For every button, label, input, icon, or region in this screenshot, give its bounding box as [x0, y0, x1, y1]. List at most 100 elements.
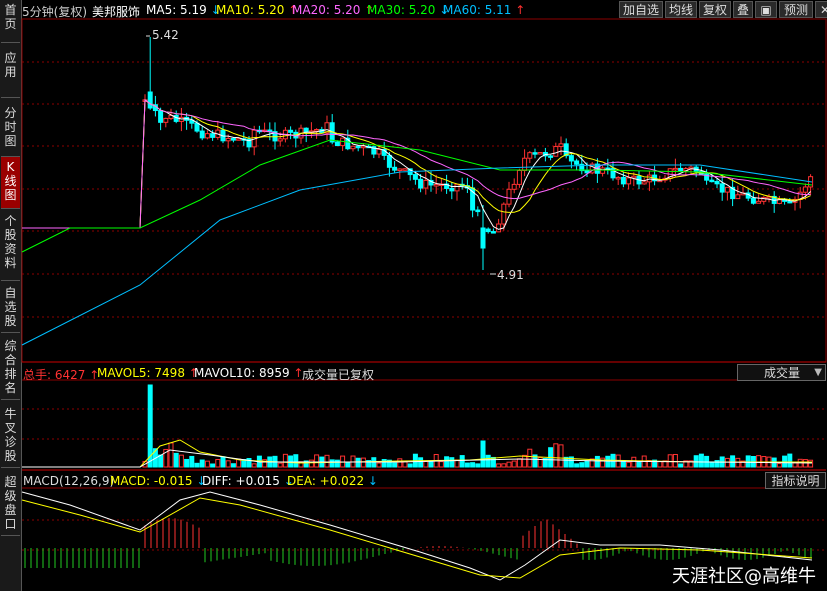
volume-bar	[178, 454, 184, 468]
indicator-help-button[interactable]: 指标说明	[765, 472, 826, 489]
volume-bar	[584, 460, 590, 468]
candle	[225, 137, 231, 142]
mavol10-value: MAVOL10: 8959 ↑	[194, 366, 304, 380]
candle	[641, 181, 647, 185]
volume-bar	[475, 463, 481, 468]
volume-bar	[672, 454, 678, 468]
period-label: 5分钟(复权)	[22, 5, 87, 19]
volume-bar	[745, 455, 751, 468]
candle	[626, 177, 632, 185]
high-price-label: 5.42	[152, 28, 179, 42]
candle	[787, 200, 793, 204]
volume-bar	[189, 455, 195, 468]
volume-bar	[376, 462, 382, 468]
macd-value: MACD: -0.015 ↓	[110, 474, 207, 488]
candle	[418, 178, 424, 189]
candle	[750, 197, 756, 204]
volume-bar	[605, 455, 611, 468]
candle	[802, 186, 808, 193]
candle	[355, 145, 361, 149]
candle	[454, 183, 460, 192]
price-panel-frame	[21, 18, 827, 363]
candle	[646, 174, 652, 183]
overlay-button[interactable]: 叠	[733, 1, 753, 18]
volume-bar	[230, 463, 236, 468]
candle	[277, 138, 283, 142]
candle	[433, 184, 439, 187]
close-icon[interactable]: ✕	[815, 1, 827, 18]
candle	[496, 223, 502, 233]
indicator-select[interactable]: 成交量 ▼	[737, 364, 826, 381]
volume-bar	[464, 462, 470, 468]
dea-value: DEA: +0.022 ↓	[287, 474, 378, 488]
volume-bar	[308, 459, 314, 468]
volume-bar	[496, 463, 502, 468]
candle	[553, 146, 559, 157]
diff-value: DIFF: +0.015 ↓	[202, 474, 294, 488]
volume-bar	[620, 461, 626, 468]
volume-bar	[792, 462, 798, 468]
forecast-button[interactable]: 预测	[779, 1, 813, 18]
candle	[449, 187, 455, 192]
candle	[360, 145, 366, 149]
volume-bar	[787, 453, 793, 468]
volume-bar	[225, 460, 231, 468]
candle	[516, 169, 522, 185]
candle	[501, 203, 507, 225]
stock-name: 美邦服饰	[92, 5, 141, 19]
volume-bar	[210, 463, 216, 468]
volume-bar	[470, 462, 476, 468]
volume-bar	[808, 459, 814, 468]
volume-bar	[392, 462, 398, 468]
ma-settings-button[interactable]: 均线	[665, 1, 697, 18]
candle	[537, 152, 543, 155]
candle	[558, 143, 564, 148]
volume-bar	[168, 442, 174, 468]
volume-bar	[657, 461, 663, 468]
candle	[376, 148, 382, 155]
ma60-value: MA60: 5.11 ↑	[443, 3, 526, 17]
candle	[574, 160, 580, 165]
volume-bar	[522, 454, 528, 468]
volume-bar	[501, 463, 507, 468]
candle	[397, 168, 403, 171]
volume-bar	[579, 462, 585, 468]
volume-bar	[173, 452, 179, 468]
volume-bar	[423, 461, 429, 468]
volume-bar	[334, 459, 340, 468]
candle	[600, 167, 606, 174]
mavol5-value: MAVOL5: 7498 ↑	[97, 366, 199, 380]
candle	[210, 133, 216, 138]
macd-title: MACD(12,26,9)	[23, 474, 115, 488]
volume-bar	[485, 454, 491, 468]
volume-bar	[360, 457, 366, 468]
candle	[714, 180, 720, 185]
ma30-value: MA30: 5.20 ↓	[367, 3, 450, 17]
candle	[392, 166, 398, 171]
volume-bar	[506, 461, 512, 468]
volume-bar	[324, 454, 330, 468]
candle	[490, 231, 496, 234]
volume-bar	[402, 461, 408, 468]
volume-bar	[709, 461, 715, 468]
chart-icon-button[interactable]: ▣	[755, 1, 777, 18]
adjust-button[interactable]: 复权	[699, 1, 731, 18]
candle	[288, 129, 294, 133]
volume-bar	[184, 458, 190, 468]
add-watchlist-button[interactable]: 加自选	[619, 1, 663, 18]
candle	[719, 183, 725, 193]
volume-bar	[459, 455, 465, 468]
volume-bar	[282, 453, 288, 468]
candle	[230, 137, 236, 141]
candle	[724, 186, 730, 193]
volume-total: 总手: 6427 ↑	[23, 368, 100, 382]
kline-chart[interactable]	[0, 0, 827, 591]
volume-bar	[293, 454, 299, 468]
candle	[386, 154, 392, 168]
volume-bar	[444, 456, 450, 468]
candle	[756, 200, 762, 204]
candle	[147, 91, 153, 109]
candle	[475, 209, 481, 213]
candle	[615, 176, 621, 180]
volume-bar	[626, 461, 632, 468]
